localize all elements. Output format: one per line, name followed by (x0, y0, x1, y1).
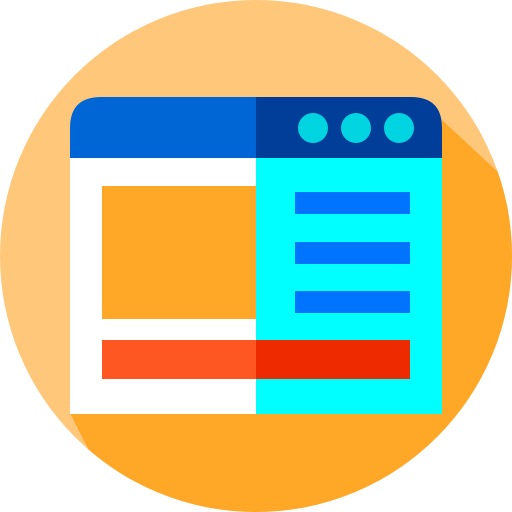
titlebar-left (70, 97, 256, 158)
window-dot-2 (341, 113, 371, 143)
image-placeholder (102, 186, 256, 319)
window-dot-3 (384, 113, 414, 143)
text-line-3 (295, 291, 410, 313)
icon-stage (0, 0, 512, 512)
bottom-bar-right (256, 340, 410, 379)
window-dot-1 (298, 113, 328, 143)
bottom-bar-left (102, 340, 256, 379)
text-line-2 (295, 242, 410, 264)
text-line-1 (295, 192, 410, 214)
browser-window-icon (0, 0, 512, 512)
